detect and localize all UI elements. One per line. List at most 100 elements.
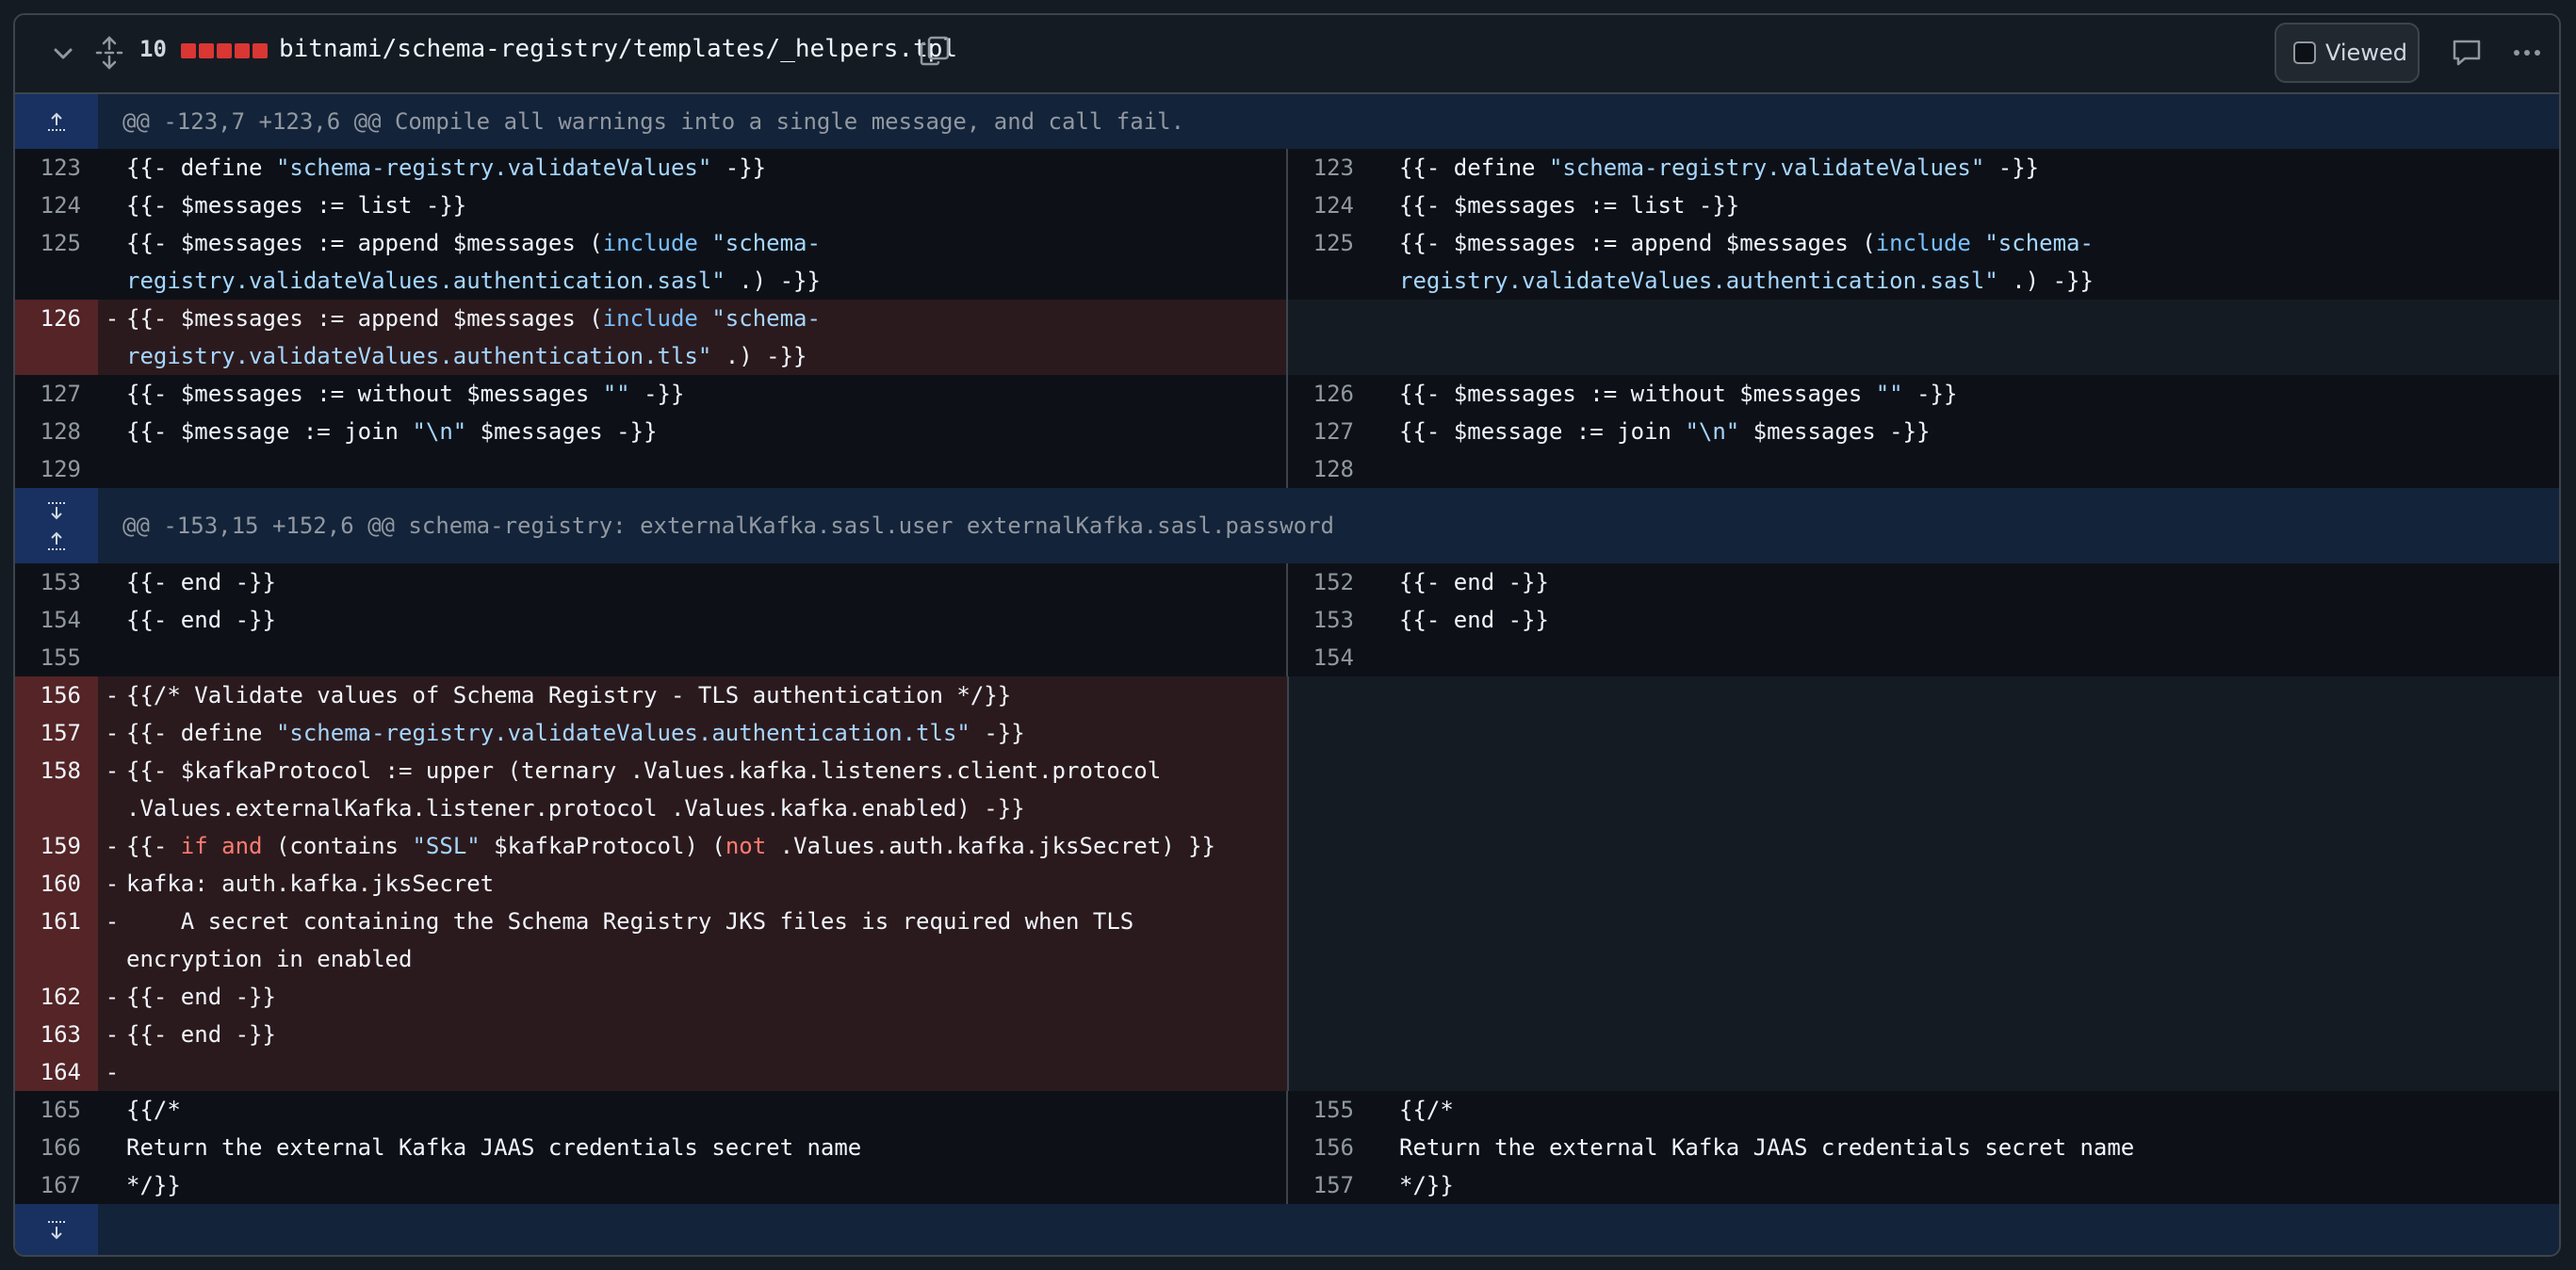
empty-cell xyxy=(1287,676,2559,1091)
hunk-header: @@ -153,15 +152,6 @@ schema-registry: ex… xyxy=(15,488,2559,563)
hunk-info: @@ -153,15 +152,6 @@ schema-registry: ex… xyxy=(122,513,1334,539)
code-line: A secret containing the Schema Registry … xyxy=(126,903,1287,978)
line-number[interactable]: 153 xyxy=(15,563,98,601)
line-number[interactable]: 154 xyxy=(15,601,98,639)
code-line: {{- define "schema-registry.validateValu… xyxy=(126,714,1287,752)
code-line: {{- $kafkaProtocol := upper (ternary .Va… xyxy=(126,752,1287,827)
code-line: {{- $messages := without $messages "" -}… xyxy=(1399,381,1958,407)
line-number[interactable]: 127 xyxy=(15,375,98,413)
line-number[interactable]: 164 xyxy=(15,1053,98,1091)
diff-row: 123 {{- define "schema-registry.validate… xyxy=(15,149,2559,187)
line-number[interactable]: 128 xyxy=(1288,450,1371,488)
code-line: {{- end -}} xyxy=(126,569,276,595)
code-line: {{- $messages := without $messages "" -}… xyxy=(126,381,685,407)
chevron-down-icon[interactable] xyxy=(49,40,77,68)
line-number[interactable]: 129 xyxy=(15,450,98,488)
expand-down-icon xyxy=(48,1221,65,1240)
code-line: */}} xyxy=(126,1172,181,1198)
code-line: {{- end -}} xyxy=(1399,569,1549,595)
comment-icon[interactable] xyxy=(2450,36,2484,70)
line-number[interactable]: 126 xyxy=(15,300,98,375)
empty-cell xyxy=(1286,300,2559,375)
line-number[interactable]: 157 xyxy=(1288,1166,1371,1204)
code-line: {{- end -}} xyxy=(126,1016,1287,1053)
expand-up-button[interactable] xyxy=(15,94,98,149)
line-number[interactable]: 124 xyxy=(15,187,98,224)
viewed-toggle[interactable]: Viewed xyxy=(2274,23,2420,83)
line-number[interactable]: 155 xyxy=(1288,1091,1371,1129)
code-line: {{- end -}} xyxy=(126,607,276,633)
changes-count: 10 xyxy=(139,36,167,62)
code-line: {{/* Validate values of Schema Registry … xyxy=(126,676,1287,714)
expand-down-button[interactable] xyxy=(15,1204,98,1255)
code-line: {{- $messages := append $messages (inclu… xyxy=(126,300,1286,375)
line-number[interactable]: 161 xyxy=(15,903,98,978)
line-number[interactable]: 152 xyxy=(1288,563,1371,601)
copy-icon[interactable] xyxy=(918,34,952,68)
code-line: {{- define "schema-registry.validateValu… xyxy=(1399,155,2040,181)
hunk-footer xyxy=(15,1204,2559,1255)
expand-both-icon xyxy=(48,502,65,550)
expand-both-button[interactable] xyxy=(15,488,98,563)
line-number[interactable]: 163 xyxy=(15,1016,98,1053)
diffstat-squares xyxy=(181,43,268,58)
code-line: {{- $messages := append $messages (inclu… xyxy=(126,230,821,294)
line-number[interactable]: 156 xyxy=(15,676,98,714)
code-line: {{- end -}} xyxy=(1399,607,1549,633)
hunk-info: @@ -123,7 +123,6 @@ Compile all warnings… xyxy=(122,108,1185,135)
diff-row: 154 {{- end -}} 153 {{- end -}} xyxy=(15,601,2559,639)
code-line: {{/* xyxy=(126,1097,181,1123)
diff-row: 127 {{- $messages := without $messages "… xyxy=(15,375,2559,413)
line-number[interactable]: 126 xyxy=(1288,375,1371,413)
line-number[interactable]: 156 xyxy=(1288,1129,1371,1166)
code-line: {{- $messages := list -}} xyxy=(126,192,467,219)
line-number[interactable]: 127 xyxy=(1288,413,1371,450)
code-line: {{- $message := join "\n" $messages -}} xyxy=(126,418,658,445)
line-number[interactable]: 162 xyxy=(15,978,98,1016)
line-number[interactable]: 159 xyxy=(15,827,98,865)
code-line: {{- $message := join "\n" $messages -}} xyxy=(1399,418,1931,445)
line-number[interactable]: 124 xyxy=(1288,187,1371,224)
file-header: 10 bitnami/schema-registry/templates/_he… xyxy=(15,15,2559,94)
code-line: Return the external Kafka JAAS credentia… xyxy=(1399,1134,2135,1161)
diff-row: 155 154 xyxy=(15,639,2559,676)
line-number[interactable]: 165 xyxy=(15,1091,98,1129)
line-number[interactable]: 153 xyxy=(1288,601,1371,639)
line-number[interactable]: 157 xyxy=(15,714,98,752)
line-number[interactable]: 123 xyxy=(15,149,98,187)
expand-all-icon[interactable] xyxy=(94,36,124,70)
line-number[interactable]: 167 xyxy=(15,1166,98,1204)
viewed-label: Viewed xyxy=(2325,40,2407,66)
line-number[interactable]: 155 xyxy=(15,639,98,676)
kebab-menu-icon[interactable] xyxy=(2510,36,2544,70)
diff-row: 153 {{- end -}} 152 {{- end -}} xyxy=(15,563,2559,601)
diff-deleted-block: 156- {{/* Validate values of Schema Regis… xyxy=(15,676,2559,1091)
line-number[interactable]: 125 xyxy=(15,224,98,300)
code-line: {{/* xyxy=(1399,1097,1454,1123)
diff-row: 165 {{/* 155 {{/* xyxy=(15,1091,2559,1129)
line-number[interactable]: 166 xyxy=(15,1129,98,1166)
diff-row: 167 */}} 157 */}} xyxy=(15,1166,2559,1204)
line-number[interactable]: 125 xyxy=(1288,224,1371,300)
code-line: */}} xyxy=(1399,1172,1454,1198)
line-number[interactable]: 128 xyxy=(15,413,98,450)
expand-up-icon xyxy=(48,112,65,131)
split-diff: @@ -123,7 +123,6 @@ Compile all warnings… xyxy=(15,94,2559,1255)
diff-row: 124 {{- $messages := list -}} 124 {{- $m… xyxy=(15,187,2559,224)
line-number[interactable]: 158 xyxy=(15,752,98,827)
diff-row-deleted: 126- {{- $messages := append $messages (… xyxy=(15,300,2559,375)
diff-row: 129 128 xyxy=(15,450,2559,488)
code-line: kafka: auth.kafka.jksSecret xyxy=(126,865,1287,903)
line-number[interactable]: 160 xyxy=(15,865,98,903)
line-number[interactable]: 154 xyxy=(1288,639,1371,676)
code-line: {{- $messages := list -}} xyxy=(1399,192,1740,219)
viewed-checkbox[interactable] xyxy=(2293,41,2316,64)
file-path[interactable]: bitnami/schema-registry/templates/_helpe… xyxy=(279,35,957,63)
diff-row: 128 {{- $message := join "\n" $messages … xyxy=(15,413,2559,450)
diff-file: 10 bitnami/schema-registry/templates/_he… xyxy=(13,13,2561,1257)
hunk-header: @@ -123,7 +123,6 @@ Compile all warnings… xyxy=(15,94,2559,149)
line-number[interactable]: 123 xyxy=(1288,149,1371,187)
code-line: {{- define "schema-registry.validateValu… xyxy=(126,155,767,181)
code-line: {{- if and (contains "SSL" $kafkaProtoco… xyxy=(126,827,1287,865)
diff-row: 166 Return the external Kafka JAAS crede… xyxy=(15,1129,2559,1166)
